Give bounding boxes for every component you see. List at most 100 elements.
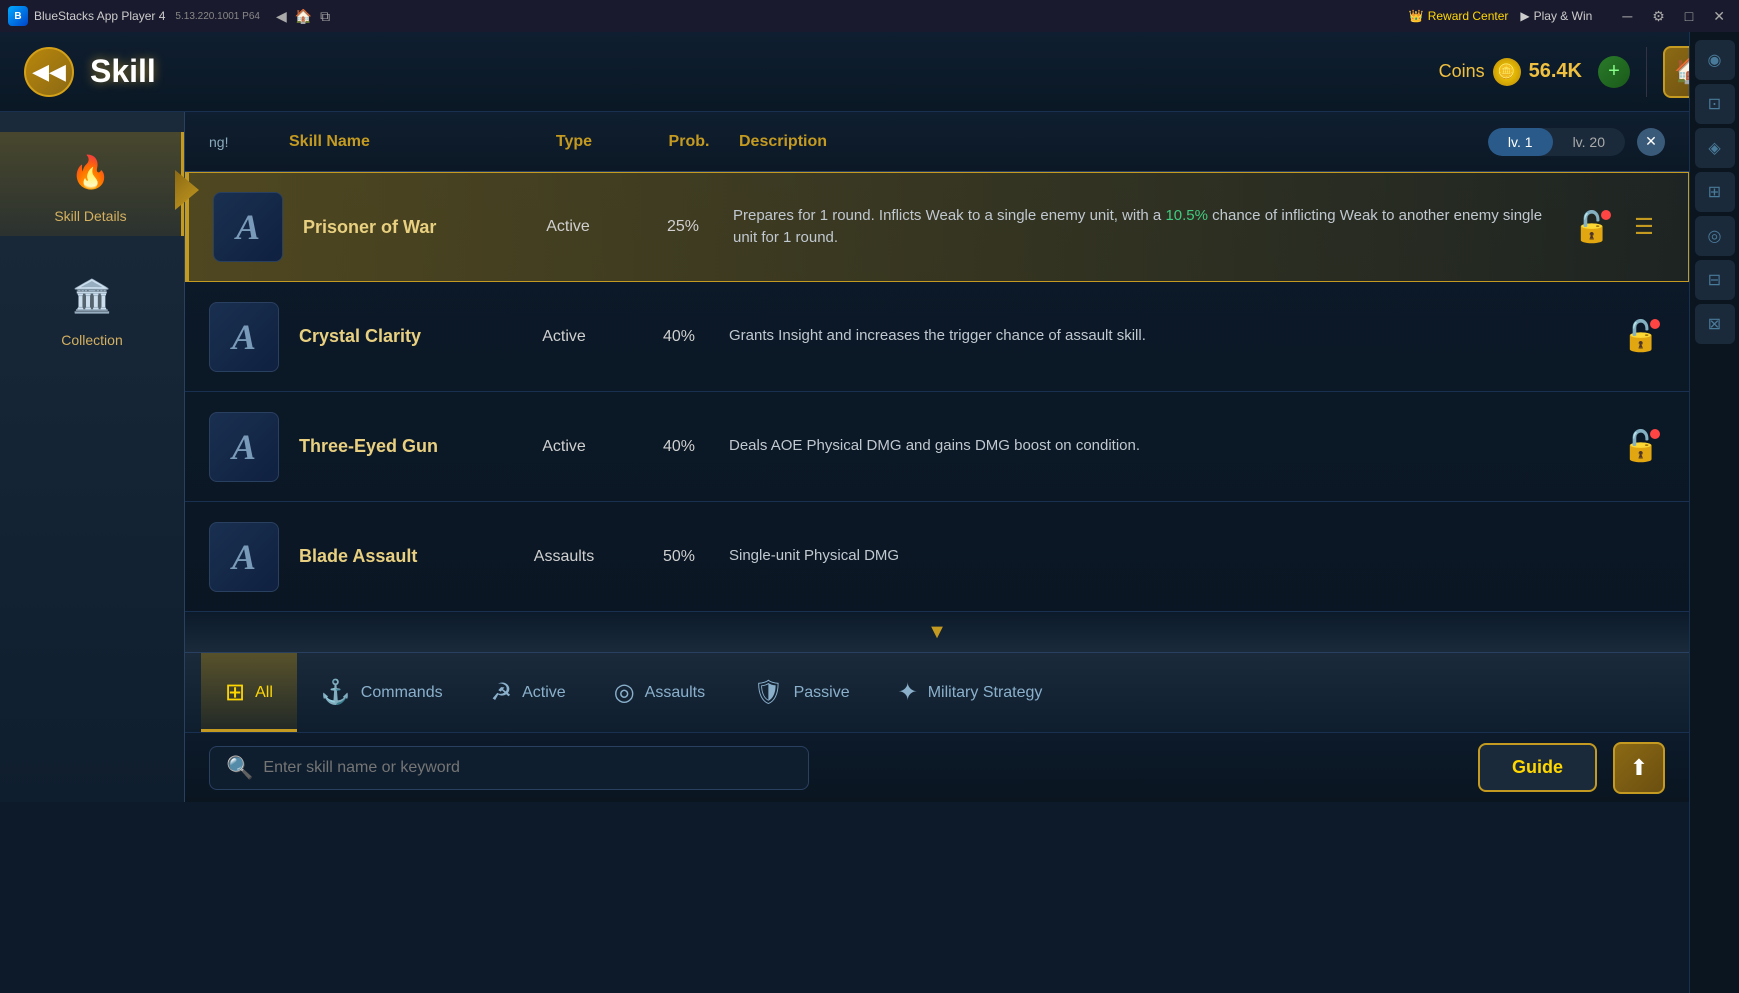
skill-prob-prisoner-of-war: 25% (633, 218, 733, 236)
tab-commands[interactable]: ⚓ Commands (297, 653, 467, 732)
skill-row-three-eyed-gun[interactable]: A Three-Eyed Gun Active 40% Deals AOE Ph… (185, 392, 1689, 502)
skill-desc-three-eyed-gun: Deals AOE Physical DMG and gains DMG boo… (729, 435, 1617, 458)
level-high-button[interactable]: lv. 20 (1553, 128, 1625, 156)
app-name: BlueStacks App Player 4 (34, 9, 165, 23)
divider (1646, 47, 1647, 97)
sidebar-right-btn-4[interactable]: ⊞ (1695, 172, 1735, 212)
sidebar-right-btn-7[interactable]: ⊠ (1695, 304, 1735, 344)
reward-center-label: Reward Center (1428, 9, 1509, 23)
skill-icon-three-eyed-gun: A (209, 412, 279, 482)
skill-lock-prisoner-of-war[interactable]: 🔓 (1568, 203, 1616, 251)
skill-name-three-eyed-gun: Three-Eyed Gun (299, 436, 499, 457)
highlight-value: 10.5% (1165, 207, 1208, 224)
tab-all-label: All (255, 684, 273, 702)
tab-active[interactable]: ☭ Active (467, 653, 590, 732)
skill-lock-crystal-clarity[interactable]: 🔓 (1617, 313, 1665, 361)
coin-icon: 🪙 (1493, 58, 1521, 86)
app-version: 5.13.220.1001 P64 (175, 11, 260, 22)
sidebar-right-btn-2[interactable]: ⊡ (1695, 84, 1735, 124)
tab-assaults-label: Assaults (645, 684, 705, 702)
skills-panel: ng! Skill Name Type Prob. Description lv… (185, 112, 1689, 802)
sidebar-right-btn-1[interactable]: ◉ (1695, 40, 1735, 80)
skill-details-label: Skill Details (54, 208, 126, 224)
add-coins-button[interactable]: + (1598, 56, 1630, 88)
titlebar-nav: ◀ 🏠 ⧉ (276, 8, 330, 25)
col-header-type: Type (509, 133, 639, 151)
skill-name-blade-assault: Blade Assault (299, 546, 499, 567)
search-container: 🔍 (209, 746, 809, 790)
header-right: Coins 🪙 56.4K + 🏠 (1439, 46, 1715, 98)
guide-button[interactable]: Guide (1478, 743, 1597, 792)
app-header: ◀◀ Skill Coins 🪙 56.4K + 🏠 (0, 32, 1739, 112)
close-button[interactable]: ✕ (1637, 128, 1665, 156)
tab-assaults-icon: ◎ (614, 678, 635, 707)
history-button[interactable]: ⧉ (320, 8, 330, 25)
sidebar-item-collection[interactable]: 🏛️ Collection (0, 256, 184, 360)
lock-dot-three-eyed-gun (1650, 429, 1660, 439)
tab-military-strategy-icon: ✦ (898, 678, 918, 707)
play-win-button[interactable]: ▶ Play & Win (1520, 9, 1592, 23)
app-logo: B BlueStacks App Player 4 5.13.220.1001 … (8, 6, 260, 26)
skill-prob-three-eyed-gun: 40% (629, 438, 729, 456)
level-low-button[interactable]: lv. 1 (1488, 128, 1553, 156)
search-input[interactable] (263, 759, 792, 777)
right-sidebar: ◉ ⊡ ◈ ⊞ ◎ ⊟ ⊠ (1689, 32, 1739, 993)
sidebar-item-skill-details[interactable]: 🔥 Skill Details (0, 132, 184, 236)
tab-military-strategy[interactable]: ✦ Military Strategy (874, 653, 1067, 732)
maximize-button[interactable]: □ (1679, 6, 1699, 26)
skill-type-blade-assault: Assaults (499, 548, 629, 566)
skill-menu-button[interactable]: ☰ (1624, 207, 1664, 247)
tab-passive[interactable]: 🛡 Passive (729, 653, 874, 732)
reward-center-button[interactable]: 👑 Reward Center (1409, 9, 1509, 23)
lock-dot-crystal-clarity (1650, 319, 1660, 329)
skill-row-prisoner-of-war[interactable]: A Prisoner of War Active 25% Prepares fo… (185, 172, 1689, 282)
play-icon: ▶ (1520, 9, 1529, 23)
col-header-prob: Prob. (639, 133, 739, 151)
col-header-desc: Description (739, 133, 1488, 151)
left-sidebar: 🔥 Skill Details 🏛️ Collection (0, 112, 185, 802)
skill-lock-three-eyed-gun[interactable]: 🔓 (1617, 423, 1665, 471)
skill-desc-prisoner-of-war: Prepares for 1 round. Inflicts Weak to a… (733, 205, 1568, 250)
skill-row-blade-assault[interactable]: A Blade Assault Assaults 50% Single-unit… (185, 502, 1689, 612)
skill-name-crystal-clarity: Crystal Clarity (299, 326, 499, 347)
back-arrow-button[interactable]: ◀◀ (24, 47, 74, 97)
home-nav-button[interactable]: 🏠 (295, 8, 312, 25)
close-button[interactable]: ✕ (1707, 6, 1731, 27)
skill-details-icon: 🔥 (63, 144, 119, 200)
tab-assaults[interactable]: ◎ Assaults (590, 653, 729, 732)
page-title: Skill (90, 53, 156, 90)
titlebar-right: 👑 Reward Center ▶ Play & Win ─ ⚙ □ ✕ (1409, 6, 1731, 27)
share-button[interactable]: ⬆ (1613, 742, 1665, 794)
sidebar-right-btn-6[interactable]: ⊟ (1695, 260, 1735, 300)
window-controls: ─ ⚙ □ ✕ (1616, 6, 1731, 27)
bottom-bar: 🔍 Guide ⬆ (185, 732, 1689, 802)
tab-passive-label: Passive (794, 684, 850, 702)
share-icon: ⬆ (1630, 755, 1648, 781)
tab-commands-icon: ⚓ (321, 678, 351, 707)
main-content: 🔥 Skill Details 🏛️ Collection ng! Skill … (0, 112, 1689, 802)
skills-header: ng! Skill Name Type Prob. Description lv… (185, 112, 1689, 172)
back-button[interactable]: ◀ (276, 8, 287, 25)
level-toggle[interactable]: lv. 1 lv. 20 (1488, 128, 1625, 156)
col-header-skillname: Skill Name (289, 133, 509, 151)
app-logo-icon: B (8, 6, 28, 26)
skill-type-crystal-clarity: Active (499, 328, 629, 346)
sidebar-right-btn-5[interactable]: ◎ (1695, 216, 1735, 256)
crown-icon: 👑 (1409, 9, 1424, 23)
skill-row-crystal-clarity[interactable]: A Crystal Clarity Active 40% Grants Insi… (185, 282, 1689, 392)
settings-button[interactable]: ⚙ (1646, 6, 1671, 27)
skill-desc-crystal-clarity: Grants Insight and increases the trigger… (729, 325, 1617, 348)
tab-active-label: Active (522, 684, 566, 702)
collection-label: Collection (61, 332, 122, 348)
skill-type-three-eyed-gun: Active (499, 438, 629, 456)
minimize-button[interactable]: ─ (1616, 6, 1638, 26)
tab-all[interactable]: ⊞ All (201, 653, 297, 732)
tab-active-icon: ☭ (491, 678, 513, 707)
skill-name-prisoner-of-war: Prisoner of War (303, 217, 503, 238)
skill-list: A Prisoner of War Active 25% Prepares fo… (185, 172, 1689, 652)
lock-icon-three-eyed-gun: 🔓 (1622, 429, 1659, 464)
sidebar-right-btn-3[interactable]: ◈ (1695, 128, 1735, 168)
tab-commands-label: Commands (361, 684, 443, 702)
coins-amount: 56.4K (1529, 60, 1582, 83)
scroll-indicator: ▼ (185, 612, 1689, 652)
